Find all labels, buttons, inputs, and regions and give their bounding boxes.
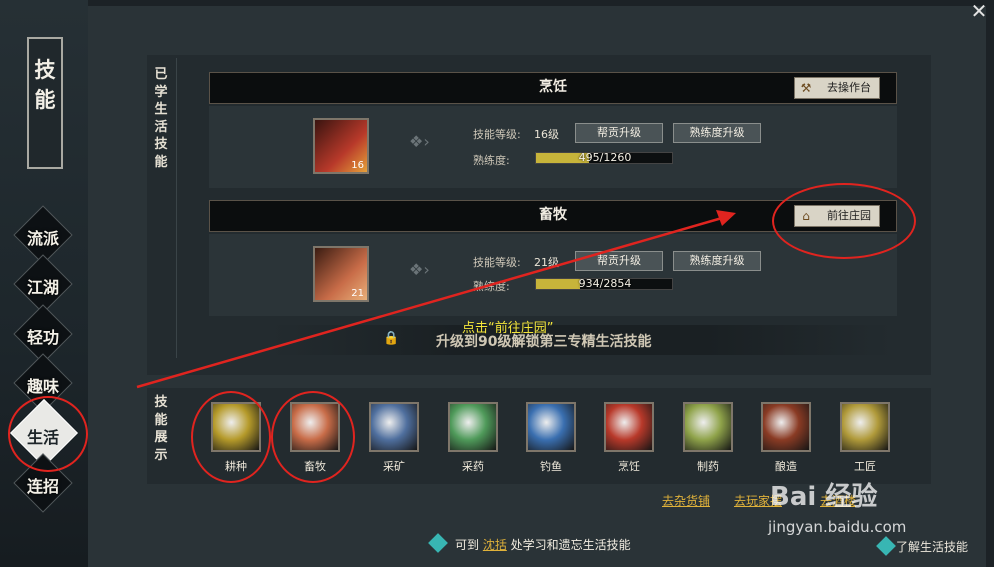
- highlight-circle: [772, 183, 916, 259]
- highlight-circle: [191, 391, 271, 483]
- watermark-logo: Bai 经验: [770, 482, 878, 512]
- highlight-circle: [271, 391, 355, 483]
- highlight-circle: [8, 396, 88, 472]
- watermark-url: jingyan.baidu.com: [768, 518, 907, 536]
